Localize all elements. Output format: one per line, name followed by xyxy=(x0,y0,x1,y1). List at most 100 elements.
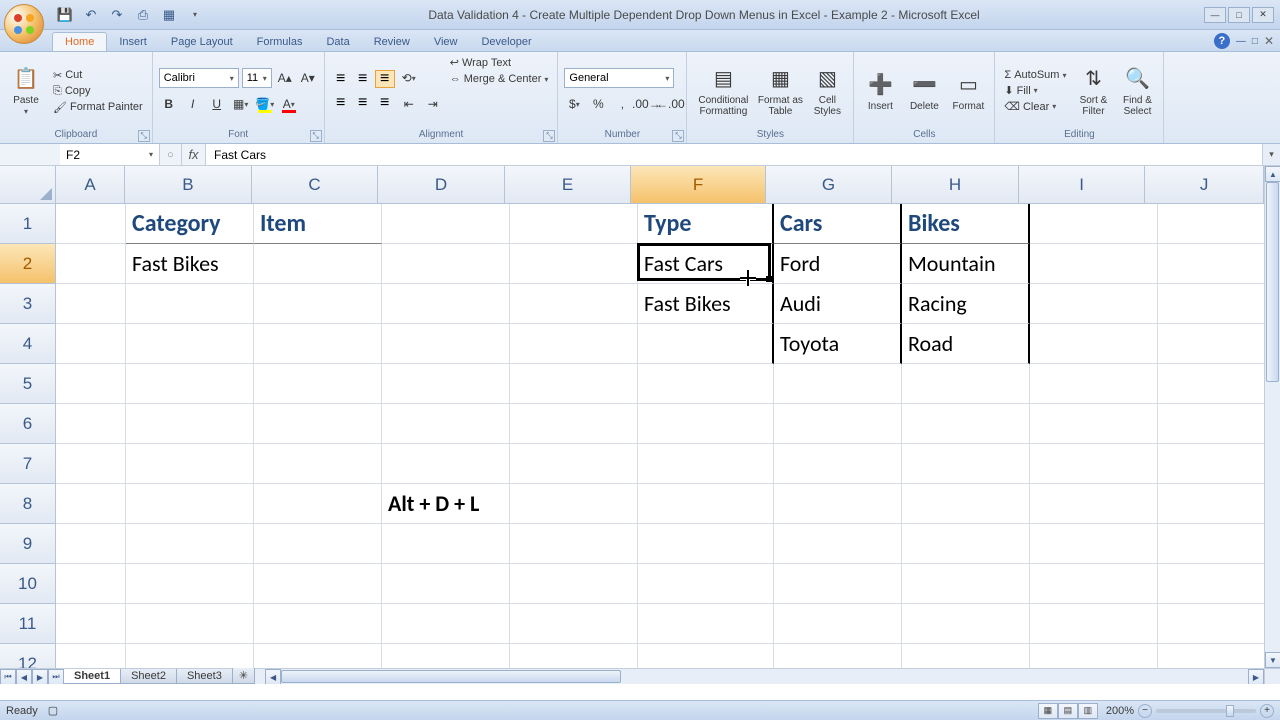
cell-G11[interactable] xyxy=(774,604,902,644)
cell-G5[interactable] xyxy=(774,364,902,404)
row-header-7[interactable]: 7 xyxy=(0,444,56,484)
select-all-corner[interactable] xyxy=(0,166,56,204)
cell-F2[interactable]: Fast Cars xyxy=(638,244,774,284)
qat-tool2-icon[interactable]: ▦ xyxy=(160,6,178,24)
col-header-I[interactable]: I xyxy=(1019,166,1146,204)
cell-E7[interactable] xyxy=(510,444,638,484)
col-header-H[interactable]: H xyxy=(892,166,1019,204)
increase-decimal-icon[interactable]: .00→ xyxy=(636,94,656,114)
row-header-5[interactable]: 5 xyxy=(0,364,56,404)
delete-cells-button[interactable]: ➖Delete xyxy=(904,55,944,127)
cell-H2[interactable]: Mountain xyxy=(902,244,1030,284)
cell-H3[interactable]: Racing xyxy=(902,284,1030,324)
cell-E1[interactable] xyxy=(510,204,638,244)
help-icon[interactable]: ? xyxy=(1214,33,1230,49)
cell-J7[interactable] xyxy=(1158,444,1278,484)
normal-view-icon[interactable]: ▦ xyxy=(1038,703,1058,719)
increase-indent-icon[interactable]: ⇥ xyxy=(423,94,443,114)
cell-H11[interactable] xyxy=(902,604,1030,644)
name-box[interactable]: F2▾ xyxy=(60,144,160,165)
number-format-select[interactable]: General▾ xyxy=(564,68,674,88)
cell-E9[interactable] xyxy=(510,524,638,564)
cell-F3[interactable]: Fast Bikes xyxy=(638,284,774,324)
cell-G4[interactable]: Toyota xyxy=(774,324,902,364)
restore-window-icon[interactable]: □ xyxy=(1252,36,1258,47)
cell-C5[interactable] xyxy=(254,364,382,404)
cell-B7[interactable] xyxy=(126,444,254,484)
cell-D7[interactable] xyxy=(382,444,510,484)
format-painter-button[interactable]: 🖌Format Painter xyxy=(50,100,146,115)
sheet-tab-1[interactable]: Sheet1 xyxy=(63,669,121,684)
sheet-prev-icon[interactable]: ◀ xyxy=(16,669,32,684)
cell-I4[interactable] xyxy=(1030,324,1158,364)
autosum-button[interactable]: ΣAutoSum▾ xyxy=(1001,68,1069,82)
tab-review[interactable]: Review xyxy=(362,33,422,51)
formula-bar[interactable]: Fast Cars xyxy=(206,144,1262,165)
sheet-tab-2[interactable]: Sheet2 xyxy=(120,669,177,684)
row-header-4[interactable]: 4 xyxy=(0,324,56,364)
number-launcher[interactable]: ⤡ xyxy=(672,130,684,142)
cell-D4[interactable] xyxy=(382,324,510,364)
cell-J4[interactable] xyxy=(1158,324,1278,364)
cell-F6[interactable] xyxy=(638,404,774,444)
cut-button[interactable]: ✂Cut xyxy=(50,68,146,83)
cell-E3[interactable] xyxy=(510,284,638,324)
cell-G2[interactable]: Ford xyxy=(774,244,902,284)
maximize-button[interactable]: □ xyxy=(1228,7,1250,23)
row-header-1[interactable]: 1 xyxy=(0,204,56,244)
tab-data[interactable]: Data xyxy=(314,33,361,51)
cell-A11[interactable] xyxy=(56,604,126,644)
clipboard-launcher[interactable]: ⤡ xyxy=(138,130,150,142)
close-workbook-icon[interactable]: ✕ xyxy=(1264,34,1274,48)
sheet-first-icon[interactable]: ⏮ xyxy=(0,669,16,684)
scroll-up-icon[interactable]: ▲ xyxy=(1265,166,1280,182)
cell-B4[interactable] xyxy=(126,324,254,364)
copy-button[interactable]: ⎘Copy xyxy=(50,84,146,99)
cell-H9[interactable] xyxy=(902,524,1030,564)
cell-I2[interactable] xyxy=(1030,244,1158,284)
tab-formulas[interactable]: Formulas xyxy=(245,33,315,51)
align-center-icon[interactable]: ≡ xyxy=(353,94,373,112)
cell-B6[interactable] xyxy=(126,404,254,444)
scroll-down-icon[interactable]: ▼ xyxy=(1265,652,1280,668)
zoom-thumb[interactable] xyxy=(1226,705,1234,717)
redo-icon[interactable]: ↷ xyxy=(108,6,126,24)
currency-icon[interactable]: $▾ xyxy=(564,94,584,114)
cell-A8[interactable] xyxy=(56,484,126,524)
scroll-left-icon[interactable]: ◀ xyxy=(265,669,281,684)
orientation-icon[interactable]: ⟲▾ xyxy=(399,68,419,88)
cell-I8[interactable] xyxy=(1030,484,1158,524)
cell-J5[interactable] xyxy=(1158,364,1278,404)
cell-H8[interactable] xyxy=(902,484,1030,524)
cell-A5[interactable] xyxy=(56,364,126,404)
cell-I6[interactable] xyxy=(1030,404,1158,444)
worksheet-grid[interactable]: ABCDEFGHIJ 123456789101112 CategoryFast … xyxy=(0,166,1280,684)
conditional-formatting-button[interactable]: ▤Conditional Formatting xyxy=(693,55,753,127)
cell-A4[interactable] xyxy=(56,324,126,364)
font-size-select[interactable]: 11▾ xyxy=(242,68,272,88)
undo-icon[interactable]: ↶ xyxy=(82,6,100,24)
v-scroll-thumb[interactable] xyxy=(1266,182,1279,382)
cell-A6[interactable] xyxy=(56,404,126,444)
scroll-right-icon[interactable]: ▶ xyxy=(1248,669,1264,684)
cell-E4[interactable] xyxy=(510,324,638,364)
vertical-scrollbar[interactable]: ▲ ▼ xyxy=(1264,166,1280,668)
cell-H5[interactable] xyxy=(902,364,1030,404)
cell-A10[interactable] xyxy=(56,564,126,604)
row-header-9[interactable]: 9 xyxy=(0,524,56,564)
h-scroll-thumb[interactable] xyxy=(281,670,621,683)
cell-G8[interactable] xyxy=(774,484,902,524)
merge-center-button[interactable]: ⇔Merge & Center▾ xyxy=(447,72,552,86)
cell-A3[interactable] xyxy=(56,284,126,324)
cell-G3[interactable]: Audi xyxy=(774,284,902,324)
cell-F1[interactable]: Type xyxy=(638,204,774,244)
underline-button[interactable]: U xyxy=(207,94,227,114)
cell-I9[interactable] xyxy=(1030,524,1158,564)
fx-cancel-icon[interactable]: ○ xyxy=(160,144,182,165)
cell-I11[interactable] xyxy=(1030,604,1158,644)
cell-E2[interactable] xyxy=(510,244,638,284)
row-header-11[interactable]: 11 xyxy=(0,604,56,644)
cell-G1[interactable]: Cars xyxy=(774,204,902,244)
cell-G6[interactable] xyxy=(774,404,902,444)
cell-J6[interactable] xyxy=(1158,404,1278,444)
